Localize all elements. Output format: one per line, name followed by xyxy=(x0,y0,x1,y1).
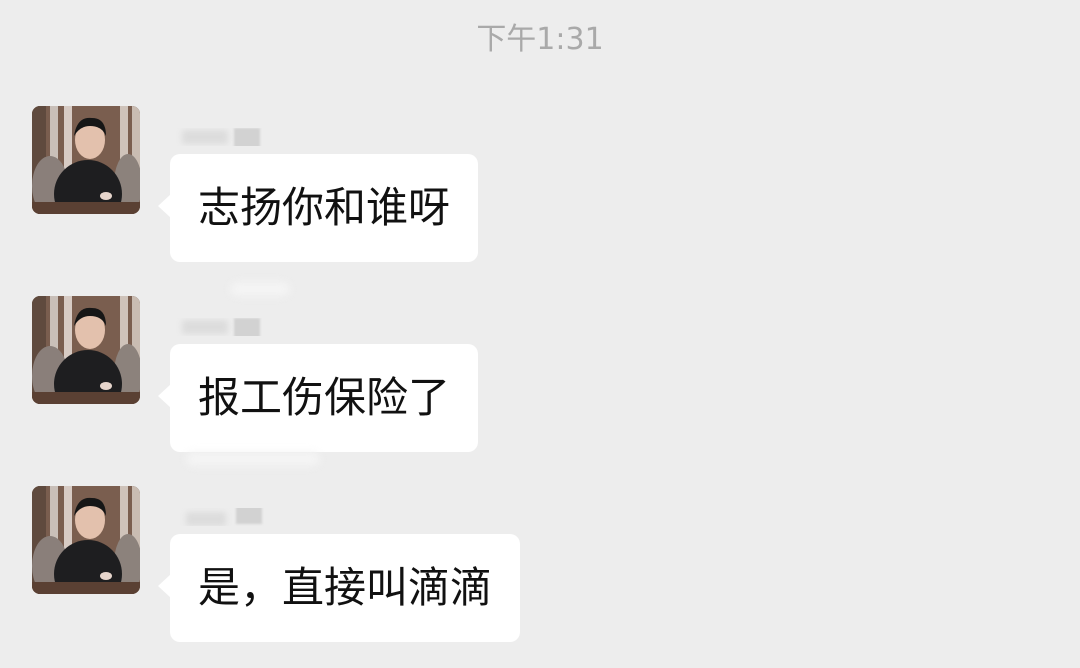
chat-message: 是，直接叫滴滴 xyxy=(0,486,1080,646)
avatar-photo-icon xyxy=(32,486,140,594)
sender-name-redacted xyxy=(176,318,266,336)
avatar[interactable] xyxy=(32,486,140,594)
redaction-smudge xyxy=(186,452,320,466)
redaction-smudge xyxy=(230,282,290,296)
avatar[interactable] xyxy=(32,106,140,214)
chat-message: 报工伤保险了 xyxy=(0,296,1080,456)
message-bubble[interactable]: 志扬你和谁呀 xyxy=(157,154,479,262)
message-bubble[interactable]: 是，直接叫滴滴 xyxy=(157,534,521,642)
message-bubble[interactable]: 报工伤保险了 xyxy=(157,344,479,452)
avatar-photo-icon xyxy=(32,106,140,214)
sender-name-redacted xyxy=(176,128,266,146)
sender-name-redacted xyxy=(176,508,266,526)
avatar-photo-icon xyxy=(32,296,140,404)
message-timestamp: 下午1:31 xyxy=(476,22,604,57)
chat-message: 志扬你和谁呀 xyxy=(0,106,1080,266)
avatar[interactable] xyxy=(32,296,140,404)
